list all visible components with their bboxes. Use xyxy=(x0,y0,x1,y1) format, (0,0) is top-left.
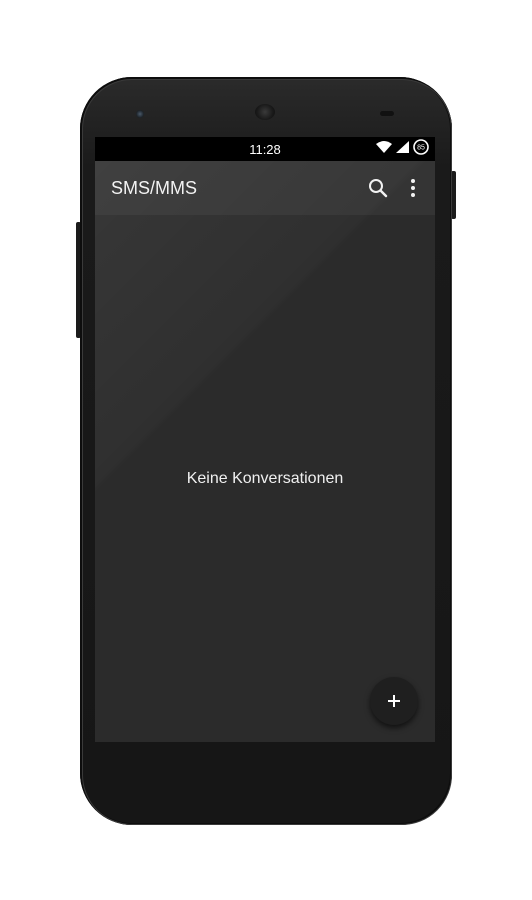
earpiece-speaker xyxy=(255,104,275,120)
empty-state-message: Keine Konversationen xyxy=(186,470,344,487)
app-bar: SMS/MMS xyxy=(95,161,435,215)
status-bar: 11:28 85 xyxy=(95,137,435,161)
app-title: SMS/MMS xyxy=(111,178,198,198)
page: 11:28 85 SMS/MMS Keine Konversationen xyxy=(0,0,532,900)
battery-icon: 85 xyxy=(413,138,429,160)
signal-icon xyxy=(396,140,409,158)
overflow-menu-button[interactable] xyxy=(404,177,422,199)
search-button[interactable] xyxy=(367,177,389,199)
new-message-button[interactable] xyxy=(370,677,418,725)
front-camera-icon xyxy=(136,110,144,118)
status-icons: 85 xyxy=(376,138,429,160)
search-icon xyxy=(369,179,388,198)
wifi-icon xyxy=(376,140,392,158)
battery-level: 85 xyxy=(417,144,425,151)
phone-screen: 11:28 85 SMS/MMS Keine Konversationen xyxy=(95,137,435,742)
proximity-sensor xyxy=(380,111,394,116)
conversation-list: Keine Konversationen xyxy=(95,215,435,742)
more-vert-icon xyxy=(411,179,415,197)
plus-icon xyxy=(388,695,400,707)
